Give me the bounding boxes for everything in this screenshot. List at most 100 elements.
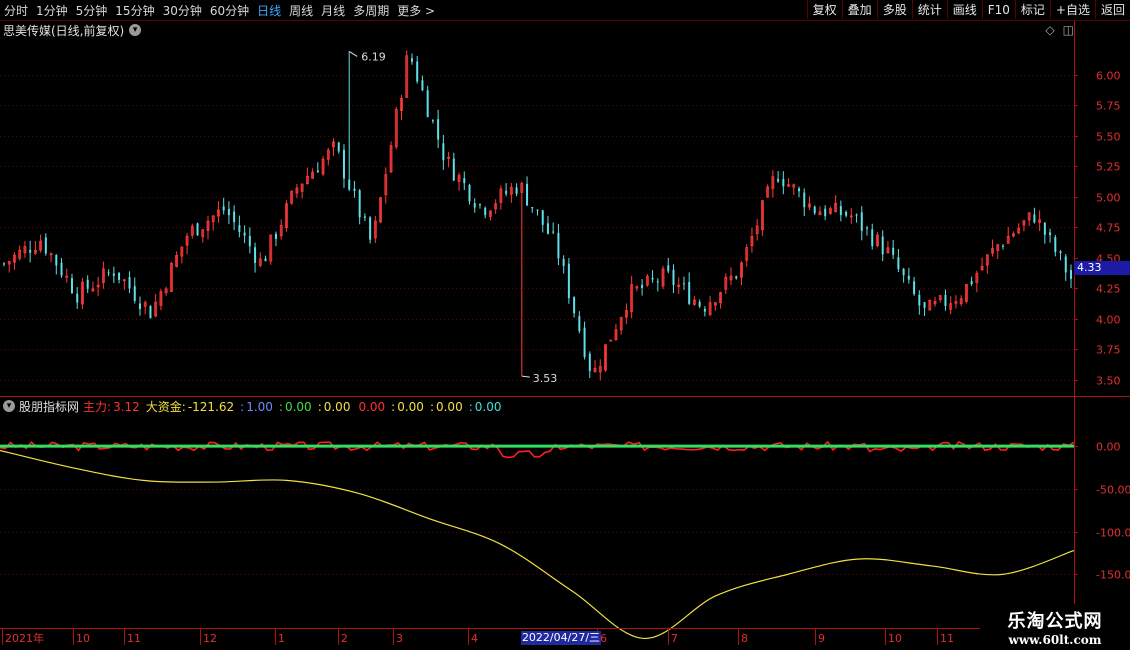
price-tick-label: 5.25 xyxy=(1096,161,1121,174)
candle-body xyxy=(913,281,916,295)
candle-body xyxy=(970,280,973,285)
indicator-field-value: 0.00 xyxy=(435,399,463,414)
candle-body xyxy=(918,294,921,306)
indicator-tick-label: -150.0 xyxy=(1096,569,1130,582)
watermark-line2: www.60lt.com xyxy=(1008,633,1102,647)
indicator-field-label: : xyxy=(429,399,434,414)
candle-body xyxy=(803,192,806,208)
candle-body xyxy=(128,277,131,289)
indicator-field-label: : xyxy=(278,399,283,414)
indicator-field-label: 主力: xyxy=(83,399,112,414)
candle-body xyxy=(813,206,816,214)
candle-body xyxy=(897,257,900,270)
candle-body xyxy=(860,212,863,231)
stock-title: 思美传媒(日线,前复权) xyxy=(3,23,125,38)
candle-body xyxy=(923,302,926,308)
price-tick-label: 4.00 xyxy=(1096,314,1121,327)
candle-body xyxy=(667,265,670,272)
candle-body xyxy=(138,303,141,309)
indicator-field-value: -121.62 xyxy=(187,399,235,414)
indicator-field-value: 0.00 xyxy=(284,399,312,414)
panel-toggle-icon[interactable]: ◫ xyxy=(1063,23,1074,37)
chevron-down-icon[interactable]: ▾ xyxy=(3,400,15,412)
indicator-field-value: 0.00 xyxy=(397,399,424,414)
candle-body xyxy=(1043,222,1046,235)
candle-body xyxy=(107,272,110,274)
candle-body xyxy=(845,211,848,216)
candle-body xyxy=(76,293,79,303)
time-tick-label: 11 xyxy=(940,632,954,645)
candle-body xyxy=(410,58,413,62)
candle-body xyxy=(688,282,691,304)
candle-body xyxy=(824,208,827,217)
candle-body xyxy=(29,249,32,253)
candle-body xyxy=(416,61,419,82)
candle-body xyxy=(442,143,445,161)
indicator-tick-label: -50.00 xyxy=(1096,484,1130,497)
indicator-field-value: 0.00 xyxy=(323,399,351,414)
candle-body xyxy=(222,206,225,211)
fund-line xyxy=(0,449,1075,640)
price-tick-label: 3.75 xyxy=(1096,344,1121,357)
high-marker xyxy=(348,51,358,57)
time-tick-label: 11 xyxy=(127,632,141,645)
candle-body xyxy=(369,217,372,240)
indicator-field-value: 1.00 xyxy=(246,399,273,414)
candle-body xyxy=(44,237,47,254)
candle-body xyxy=(363,216,366,218)
candle-body xyxy=(531,206,534,209)
time-tick-label: 4 xyxy=(471,632,478,645)
candle-body xyxy=(248,235,251,247)
candle-body xyxy=(562,258,565,266)
candle-body xyxy=(839,206,842,216)
candle-body xyxy=(526,183,529,206)
candle-body xyxy=(133,286,136,301)
candle-body xyxy=(227,208,230,216)
candle-body xyxy=(1054,237,1057,253)
main-chart-title: 思美传媒(日线,前复权) ▾ xyxy=(3,22,142,38)
cursor-date-tag: 2022/04/27/三 xyxy=(521,631,601,645)
time-tick-label: 8 xyxy=(741,632,748,645)
candle-body xyxy=(552,231,555,233)
chart-canvas[interactable]: 3.503.754.004.254.504.755.005.255.505.75… xyxy=(0,0,1130,650)
candle-body xyxy=(782,179,785,187)
candle-body xyxy=(588,353,591,371)
candle-body xyxy=(468,184,471,202)
candle-body xyxy=(353,188,356,191)
chevron-down-icon[interactable]: ▾ xyxy=(129,24,142,36)
candle-body xyxy=(1049,232,1052,236)
candle-body xyxy=(505,190,508,194)
candle-body xyxy=(777,178,780,182)
candle-body xyxy=(316,170,319,173)
candle-body xyxy=(348,179,351,190)
candle-body xyxy=(1064,256,1067,273)
candle-body xyxy=(871,229,874,247)
time-tick-label: 6 xyxy=(600,632,607,645)
indicator-name: 股朋指标网 xyxy=(19,399,80,414)
candlestick-series xyxy=(3,50,1072,381)
price-tick-label: 3.50 xyxy=(1096,375,1121,388)
candle-body xyxy=(149,306,152,319)
indicator-field-value: 0.00 xyxy=(358,399,386,414)
candle-body xyxy=(421,80,424,91)
candle-body xyxy=(431,120,434,122)
candle-body xyxy=(86,279,89,289)
candle-body xyxy=(907,275,910,280)
price-tick-label: 5.00 xyxy=(1096,192,1121,205)
diamond-icon[interactable]: ◇ xyxy=(1045,23,1054,37)
time-tick-label: 9 xyxy=(818,632,825,645)
candle-body xyxy=(337,142,340,152)
high-label: 6.19 xyxy=(361,50,386,63)
candle-body xyxy=(118,272,121,280)
candle-body xyxy=(578,316,581,332)
indicator-field-label: : xyxy=(468,399,473,414)
candle-body xyxy=(656,281,659,283)
candle-body xyxy=(536,209,539,211)
candle-body xyxy=(473,203,476,208)
candle-body xyxy=(70,278,73,294)
candle-body xyxy=(866,227,869,229)
candle-body xyxy=(1002,245,1005,247)
candle-body xyxy=(641,284,644,288)
indicator-field-label: 大资金: xyxy=(145,399,186,414)
candle-body xyxy=(60,262,63,276)
